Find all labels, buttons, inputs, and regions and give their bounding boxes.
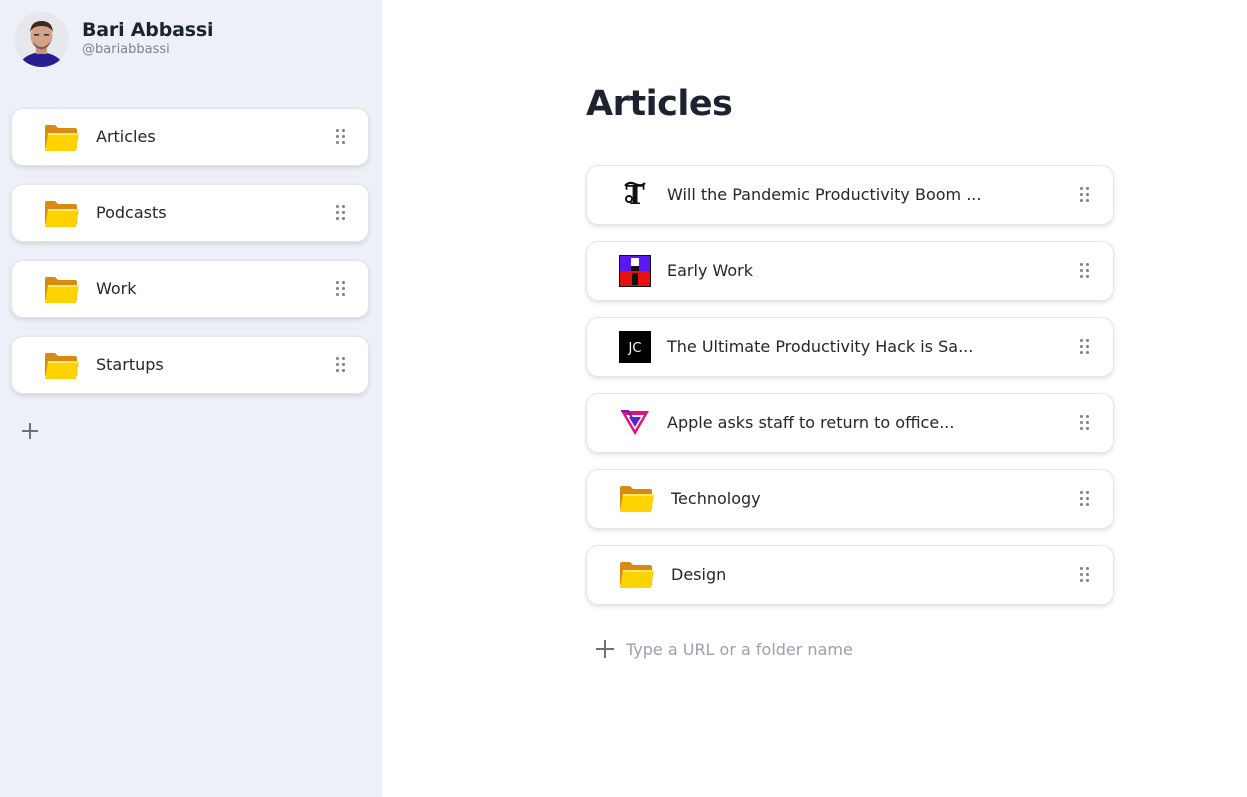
profile-name: Bari Abbassi — [82, 19, 214, 41]
list-item-folder-technology[interactable]: Technology — [586, 469, 1114, 529]
list-item-label: Technology — [671, 489, 761, 508]
drag-handle-icon[interactable] — [1080, 491, 1090, 507]
drag-handle-icon[interactable] — [336, 357, 346, 373]
add-item-row — [594, 636, 1014, 662]
folder-icon — [44, 200, 80, 233]
list-item-label: Design — [671, 565, 727, 584]
sidebar-item-label: Work — [96, 279, 137, 298]
list-item[interactable]: Apple asks staff to return to office... — [586, 393, 1114, 453]
sidebar-list: Articles Podcasts Work Startups — [11, 108, 369, 412]
profile-handle: @bariabbassi — [82, 42, 170, 57]
list-item-label: Early Work — [667, 261, 754, 280]
list-item-folder-design[interactable]: Design — [586, 545, 1114, 605]
sidebar: Bari Abbassi @bariabbassi Articles Podca… — [0, 0, 382, 797]
list-item[interactable]: Early Work — [586, 241, 1114, 301]
drag-handle-icon[interactable] — [1080, 339, 1090, 355]
list-item[interactable]: T Will the Pandemic Productivity Boom ..… — [586, 165, 1114, 225]
folder-icon — [44, 276, 80, 309]
nytimes-favicon: T — [619, 179, 651, 211]
drag-handle-icon[interactable] — [1080, 187, 1090, 203]
the-verge-favicon — [619, 407, 651, 439]
app-root: Bari Abbassi @bariabbassi Articles Podca… — [0, 0, 1247, 797]
drag-handle-icon[interactable] — [336, 205, 346, 221]
profile: Bari Abbassi @bariabbassi — [14, 12, 213, 67]
add-folder-button[interactable] — [20, 421, 40, 441]
folder-icon — [44, 352, 80, 385]
jc-favicon-text: JC — [628, 341, 642, 356]
folder-icon — [619, 485, 655, 513]
sidebar-item-label: Podcasts — [96, 203, 167, 222]
sidebar-item-startups[interactable]: Startups — [11, 336, 369, 394]
list-item[interactable]: JC The Ultimate Productivity Hack is Sa.… — [586, 317, 1114, 377]
drag-handle-icon[interactable] — [336, 281, 346, 297]
sidebar-item-podcasts[interactable]: Podcasts — [11, 184, 369, 242]
sidebar-item-work[interactable]: Work — [11, 260, 369, 318]
add-item-button[interactable] — [594, 638, 616, 660]
profile-text: Bari Abbassi @bariabbassi — [82, 19, 213, 57]
items-list: T Will the Pandemic Productivity Boom ..… — [586, 165, 1114, 621]
sidebar-item-label: Articles — [96, 127, 156, 146]
sidebar-item-label: Startups — [96, 355, 164, 374]
drag-handle-icon[interactable] — [1080, 263, 1090, 279]
list-item-label: The Ultimate Productivity Hack is Sa... — [667, 337, 974, 356]
drag-handle-icon[interactable] — [1080, 415, 1090, 431]
drag-handle-icon[interactable] — [1080, 567, 1090, 583]
folder-icon — [44, 124, 80, 157]
folder-icon — [619, 561, 655, 589]
jc-favicon: JC — [619, 331, 651, 363]
sidebar-item-articles[interactable]: Articles — [11, 108, 369, 166]
url-or-folder-input[interactable] — [626, 636, 1006, 662]
list-item-label: Will the Pandemic Productivity Boom ... — [667, 185, 982, 204]
list-item-label: Apple asks staff to return to office... — [667, 413, 955, 432]
early-work-favicon — [619, 255, 651, 287]
drag-handle-icon[interactable] — [336, 129, 346, 145]
page-title: Articles — [586, 84, 733, 124]
avatar[interactable] — [14, 12, 69, 67]
